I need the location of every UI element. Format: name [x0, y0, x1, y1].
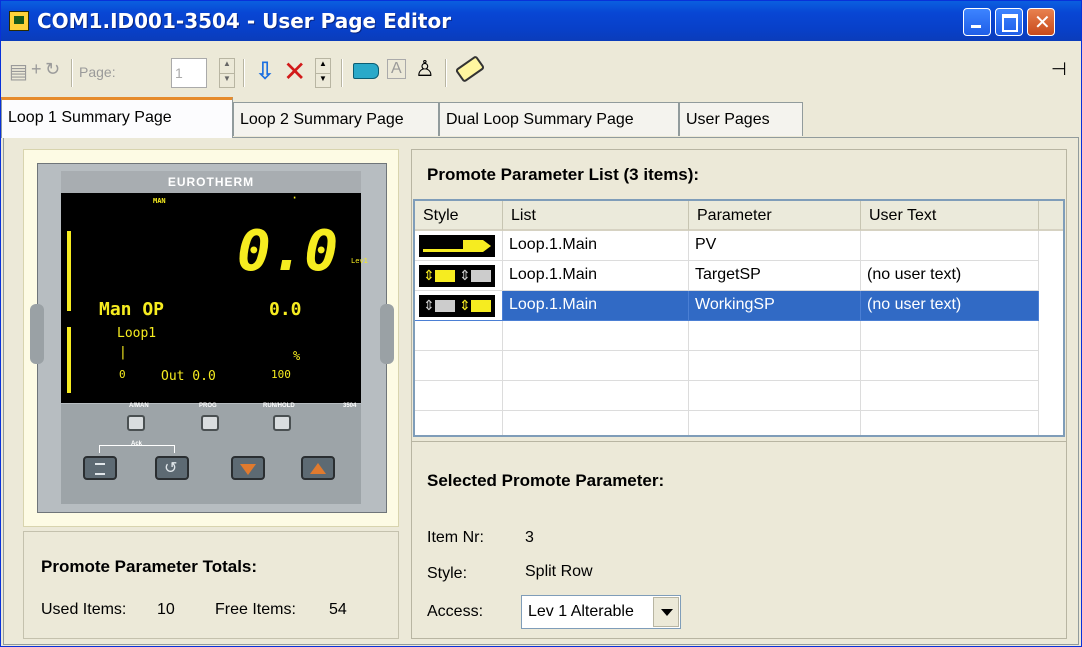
- minimize-button[interactable]: [963, 8, 991, 36]
- maximize-button[interactable]: [995, 8, 1023, 36]
- mode-indicator: MAN: [153, 197, 166, 205]
- user-page-editor-window: COM1.ID001-3504 - User Page Editor ✕ ▤ +…: [0, 0, 1082, 647]
- style-value: Split Row: [525, 563, 593, 580]
- list-cell: Loop.1.Main: [503, 231, 689, 261]
- delete-icon[interactable]: ✕: [283, 55, 306, 88]
- divider: [411, 441, 1067, 442]
- item-nr-label: Item Nr:: [427, 529, 484, 546]
- table-row[interactable]: ⇕ ⇕ Loop.1.Main TargetSP (no user text): [415, 261, 1063, 291]
- split-row-icon: ⇕ ⇕: [419, 265, 495, 287]
- column-header-style[interactable]: Style: [415, 201, 503, 231]
- access-select[interactable]: Lev 1 Alterable: [521, 595, 681, 629]
- down-key[interactable]: [231, 456, 265, 480]
- move-down-icon[interactable]: ⇩: [255, 57, 275, 85]
- style-label: Style:: [427, 565, 468, 582]
- page-key[interactable]: [83, 456, 117, 480]
- model-label: 3504: [343, 403, 357, 409]
- free-items-label: Free Items:: [215, 601, 296, 618]
- access-select-value: Lev 1 Alterable: [528, 603, 634, 620]
- page-key-icon: [95, 463, 105, 475]
- scroll-key-icon: ↺: [164, 458, 178, 477]
- pin-icon[interactable]: ⊣: [1051, 59, 1067, 80]
- title-bar[interactable]: COM1.ID001-3504 - User Page Editor ✕: [1, 1, 1081, 41]
- free-items-value: 54: [329, 601, 347, 618]
- page-label: Page:: [79, 64, 116, 80]
- close-icon: ✕: [1034, 10, 1051, 34]
- parameter-cell: WorkingSP: [689, 291, 861, 321]
- list-cell: Loop.1.Main: [503, 291, 689, 321]
- maximize-icon: [1002, 14, 1018, 32]
- access-icon[interactable]: ♙: [415, 57, 435, 82]
- minimize-icon: [971, 25, 981, 28]
- close-button[interactable]: ✕: [1027, 8, 1055, 36]
- scroll-key[interactable]: ↺: [155, 456, 189, 480]
- tag-icon[interactable]: [353, 63, 379, 79]
- unit-label: %: [293, 349, 301, 363]
- prog-key[interactable]: [201, 415, 219, 431]
- promote-list-title: Promote Parameter List (3 items):: [427, 165, 700, 184]
- up-arrow-icon: [310, 463, 326, 474]
- aman-key[interactable]: [127, 415, 145, 431]
- split-row-icon: ⇕ ⇕: [419, 295, 495, 317]
- toolbar-separator: [445, 59, 447, 87]
- down-arrow-icon: [240, 464, 256, 475]
- used-items-value: 10: [157, 601, 175, 618]
- promote-parameter-grid[interactable]: Style List Parameter User Text Loop.1.Ma…: [413, 199, 1065, 437]
- up-key[interactable]: [301, 456, 335, 480]
- page-number-input[interactable]: 1: [171, 58, 207, 88]
- column-header-user-text[interactable]: User Text: [861, 201, 1039, 231]
- totals-title: Promote Parameter Totals:: [41, 557, 258, 576]
- ack-label: Ack: [131, 441, 143, 447]
- list-cell: Loop.1.Main: [503, 261, 689, 291]
- reorder-spinner[interactable]: ▲ ▼: [315, 58, 331, 88]
- access-label: Access:: [427, 603, 484, 620]
- column-header-parameter[interactable]: Parameter: [689, 201, 861, 231]
- out-value: Out 0.0: [161, 369, 216, 384]
- brand-label: EUROTHERM: [61, 171, 361, 193]
- toolbar-separator: [243, 59, 245, 87]
- refresh-icon[interactable]: ↻: [45, 59, 60, 80]
- text-style-icon[interactable]: A: [387, 59, 406, 79]
- app-icon: [9, 11, 29, 31]
- output-label: Man OP: [99, 299, 165, 320]
- window-title: COM1.ID001-3504 - User Page Editor: [37, 9, 452, 33]
- user-text-cell: [861, 231, 1039, 261]
- page-spinner[interactable]: ▲ ▼: [219, 58, 235, 88]
- selected-parameter-title: Selected Promote Parameter:: [427, 471, 665, 490]
- tab-dual-loop-summary[interactable]: Dual Loop Summary Page: [439, 102, 679, 136]
- output-bar: [67, 327, 71, 393]
- output-value: 0.0: [269, 299, 302, 320]
- level-indicator: Lev1: [351, 257, 368, 265]
- bar-graph-icon: [419, 235, 495, 257]
- chevron-down-icon: [661, 609, 673, 616]
- user-text-cell: (no user text): [861, 291, 1039, 321]
- table-row[interactable]: Loop.1.Main PV: [415, 231, 1063, 261]
- key-label-runhold: RUN/HOLD: [263, 403, 295, 409]
- table-row-selected[interactable]: ⇕ ⇕ Loop.1.Main WorkingSP (no user text): [415, 291, 1063, 321]
- toolbar-separator: [341, 59, 343, 87]
- promote-totals-panel: [23, 531, 399, 639]
- scale-high: 100: [271, 368, 291, 381]
- key-label-aman: A/MAN: [129, 403, 149, 409]
- access-dropdown-button[interactable]: [653, 597, 679, 627]
- page-list-icon[interactable]: ▤: [9, 59, 28, 83]
- tab-loop-1-summary[interactable]: Loop 1 Summary Page: [1, 97, 233, 138]
- pv-value: 0.0: [237, 219, 339, 284]
- parameter-cell: TargetSP: [689, 261, 861, 291]
- used-items-label: Used Items:: [41, 601, 127, 618]
- toolbar-separator: [71, 59, 73, 87]
- tab-user-pages[interactable]: User Pages: [679, 102, 803, 136]
- loop-name: Loop1: [117, 326, 157, 341]
- parameter-cell: PV: [689, 231, 861, 261]
- item-nr-value: 3: [525, 529, 534, 546]
- pv-bar: [67, 231, 71, 311]
- user-text-cell: (no user text): [861, 261, 1039, 291]
- add-page-icon[interactable]: +: [31, 59, 42, 80]
- scale-low: 0: [119, 368, 126, 381]
- tab-loop-2-summary[interactable]: Loop 2 Summary Page: [233, 102, 439, 136]
- column-header-list[interactable]: List: [503, 201, 689, 231]
- toolbar: [1, 41, 1081, 93]
- key-label-prog: PROG: [199, 403, 217, 409]
- runhold-key[interactable]: [273, 415, 291, 431]
